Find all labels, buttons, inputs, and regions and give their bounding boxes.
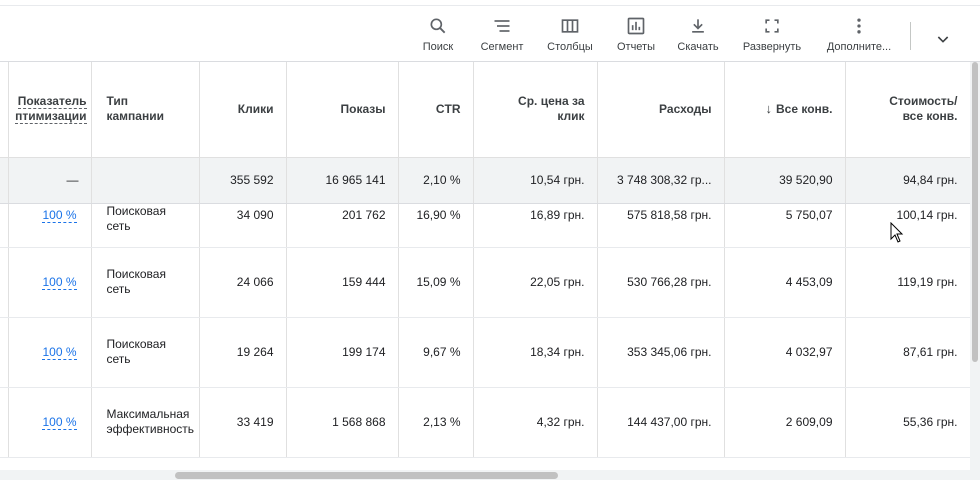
total-cpc: 10,54 грн. [473, 157, 598, 204]
opt-score-cell[interactable]: 100 % [8, 387, 92, 458]
header-checkbox-cell [0, 62, 9, 158]
cost-cell: 353 345,06 грн. [597, 317, 725, 388]
cost-per-conv-cell: 55,36 грн. [845, 387, 970, 458]
total-cost-per-conv: 94,84 грн. [845, 157, 970, 204]
clicks-cell: 33 419 [199, 387, 287, 458]
impressions-cell: 159 444 [286, 247, 399, 318]
total-clicks: 355 592 [199, 157, 287, 204]
campaign-type-cell: Поисковая сеть [91, 317, 200, 388]
header-ctr[interactable]: CTR [398, 62, 474, 158]
vertical-scrollbar[interactable] [970, 62, 980, 470]
segment-label: Сегмент [480, 41, 524, 53]
table-row[interactable]: 100 % Поисковая сеть 19 264 199 174 9,67 … [0, 317, 970, 388]
total-row: — 355 592 16 965 141 2,10 % 10,54 грн. 3… [0, 157, 970, 204]
table-row[interactable]: 100 % Поисковая сеть 34 090 201 762 16,90… [0, 203, 970, 248]
segment-icon [494, 20, 510, 32]
header-all-conversions[interactable]: ↓ Все конв. [724, 62, 846, 158]
toolbar: Поиск Сегмент Столбцы Отчеты Скачать Раз… [0, 6, 980, 62]
cpc-cell: 22,05 грн. [473, 247, 598, 318]
conversions-cell: 2 609,09 [724, 387, 846, 458]
clicks-cell: 24 066 [199, 247, 287, 318]
header-cost[interactable]: Расходы [597, 62, 725, 158]
total-impressions: 16 965 141 [286, 157, 399, 204]
cost-cell: 530 766,28 грн. [597, 247, 725, 318]
opt-score-link[interactable]: 100 % [42, 345, 77, 360]
expand-button[interactable] [928, 24, 958, 54]
cost-per-conv-cell: 100,14 грн. [845, 203, 970, 248]
table-row[interactable]: 100 % Поисковая сеть 24 066 159 444 15,09… [0, 247, 970, 318]
cost-per-conv-cell: 87,61 грн. [845, 317, 970, 388]
fullscreen-button[interactable]: Развернуть [740, 16, 804, 56]
fullscreen-label: Развернуть [742, 41, 802, 53]
download-icon [692, 19, 704, 33]
more-vert-icon [857, 18, 861, 34]
clicks-cell: 19 264 [199, 317, 287, 388]
fullscreen-icon [765, 19, 779, 33]
columns-label: Столбцы [547, 41, 593, 53]
segment-button[interactable]: Сегмент [478, 16, 526, 56]
total-conversions: 39 520,90 [724, 157, 846, 204]
campaign-type-cell: Максимальная эффективность [91, 387, 200, 458]
header-campaign-type[interactable]: Тип кампании [91, 62, 200, 158]
header-avg-cpc[interactable]: Ср. цена за клик [473, 62, 598, 158]
impressions-cell: 1 568 868 [286, 387, 399, 458]
more-label: Дополните... [826, 41, 892, 53]
clicks-cell: 34 090 [199, 203, 287, 248]
table-row[interactable]: 100 % Максимальная эффективность 33 419 1… [0, 387, 970, 458]
total-opt: — [8, 157, 92, 204]
mouse-cursor-icon [890, 222, 904, 243]
horizontal-scrollbar[interactable] [0, 470, 980, 480]
conversions-cell: 5 750,07 [724, 203, 846, 248]
cost-per-conv-cell: 119,19 грн. [845, 247, 970, 318]
download-button[interactable]: Скачать [676, 16, 720, 56]
reports-label: Отчеты [616, 41, 656, 53]
cpc-cell: 18,34 грн. [473, 317, 598, 388]
campaign-type-cell: Поисковая сеть [91, 247, 200, 318]
ctr-cell: 16,90 % [398, 203, 474, 248]
header-cost-per-conversion[interactable]: Стоимость/ все конв. [845, 62, 970, 158]
cost-cell: 575 818,58 грн. [597, 203, 725, 248]
total-ctr: 2,10 % [398, 157, 474, 204]
columns-button[interactable]: Столбцы [545, 16, 595, 56]
header-clicks[interactable]: Клики [199, 62, 287, 158]
reports-icon [627, 17, 645, 35]
search-icon [430, 18, 446, 34]
conversions-cell: 4 032,97 [724, 317, 846, 388]
horizontal-scroll-thumb[interactable] [175, 472, 558, 479]
reports-button[interactable]: Отчеты [614, 16, 658, 56]
toolbar-divider [910, 22, 911, 50]
search-button[interactable]: Поиск [420, 16, 456, 56]
opt-score-link[interactable]: 100 % [42, 207, 77, 223]
vertical-scroll-thumb[interactable] [972, 62, 978, 362]
campaign-type-cell: Поисковая сеть [91, 203, 200, 248]
opt-score-cell[interactable]: 100 % [8, 317, 92, 388]
cpc-cell: 16,89 грн. [473, 203, 598, 248]
impressions-cell: 201 762 [286, 203, 399, 248]
ctr-cell: 9,67 % [398, 317, 474, 388]
opt-score-cell[interactable]: 100 % [8, 203, 92, 248]
total-cost: 3 748 308,32 гр... [597, 157, 725, 204]
conversions-cell: 4 453,09 [724, 247, 846, 318]
ctr-cell: 15,09 % [398, 247, 474, 318]
sort-arrow-down-icon: ↓ [765, 101, 773, 117]
ctr-cell: 2,13 % [398, 387, 474, 458]
cost-cell: 144 437,00 грн. [597, 387, 725, 458]
opt-score-cell[interactable]: 100 % [8, 247, 92, 318]
cpc-cell: 4,32 грн. [473, 387, 598, 458]
opt-score-link[interactable]: 100 % [42, 275, 77, 290]
impressions-cell: 199 174 [286, 317, 399, 388]
search-label: Поиск [422, 41, 454, 53]
more-button[interactable]: Дополните... [824, 16, 894, 56]
columns-icon [561, 19, 579, 33]
chevron-down-icon [937, 36, 949, 43]
campaign-table: Показатель птимизации Тип кампании Клики… [0, 62, 970, 470]
download-label: Скачать [677, 41, 719, 53]
header-row: Показатель птимизации Тип кампании Клики… [0, 62, 970, 158]
opt-score-link[interactable]: 100 % [42, 415, 77, 430]
header-impressions[interactable]: Показы [286, 62, 399, 158]
header-optimization-score[interactable]: Показатель птимизации [8, 62, 92, 158]
